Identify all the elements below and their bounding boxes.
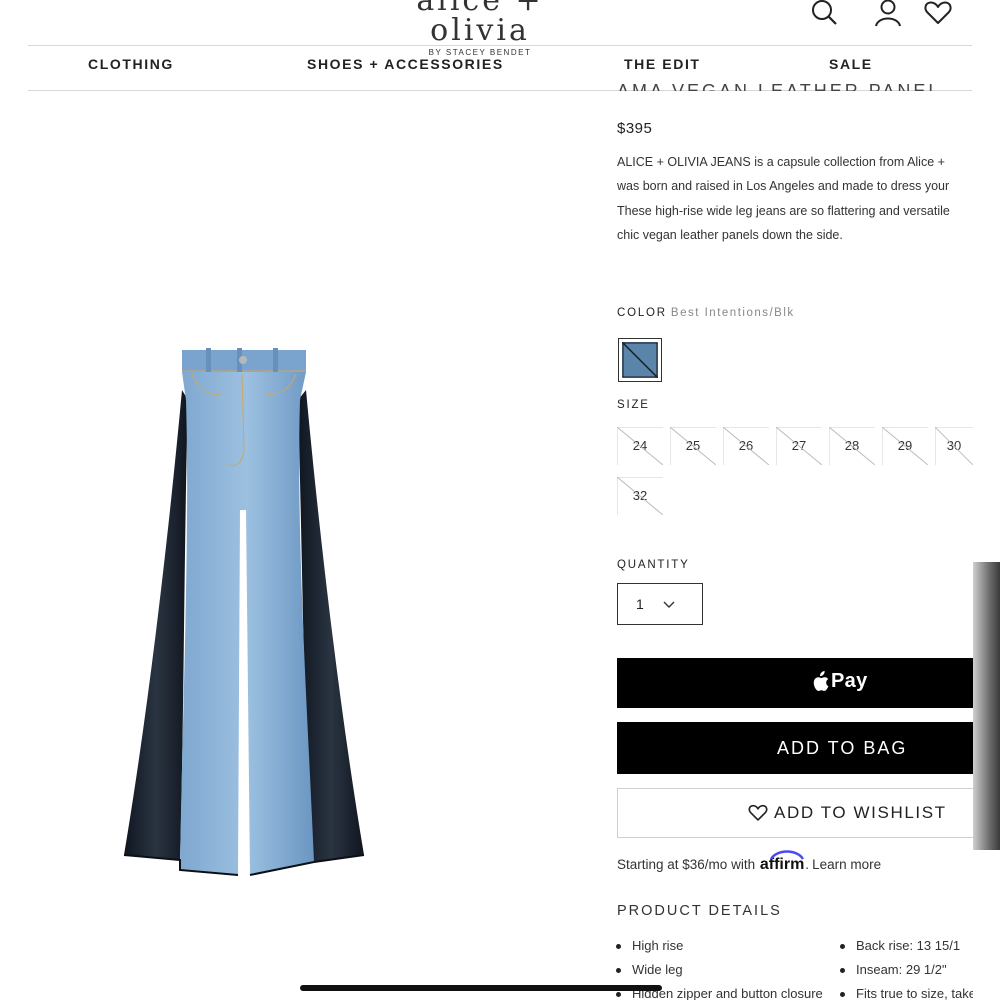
affirm-suffix: .: [805, 857, 810, 872]
quantity-select[interactable]: 1: [617, 583, 703, 625]
home-indicator[interactable]: [300, 985, 662, 991]
apple-pay-content: Pay: [811, 670, 868, 693]
affirm-arc-icon: [769, 850, 804, 860]
color-value: Best Intentions/Blk: [670, 307, 795, 319]
header-divider: [28, 45, 972, 46]
product-title: AMA VEGAN LEATHER PANEL: [617, 81, 942, 91]
detail-item: High rise: [616, 938, 831, 953]
quantity-label: QUANTITY: [617, 559, 690, 571]
detail-text: High rise: [632, 938, 684, 953]
size-unavailable-strike: [882, 427, 928, 465]
add-to-wishlist-button[interactable]: ADD TO WISHLIST: [617, 788, 977, 838]
add-to-wishlist-label: ADD TO WISHLIST: [774, 803, 947, 822]
nav-clothing[interactable]: CLOTHING: [88, 56, 174, 72]
heart-icon: [748, 804, 768, 821]
size-unavailable-strike: [617, 477, 663, 515]
detail-text: Back rise: 13 15/1: [856, 938, 961, 953]
detail-text: Inseam: 29 1/2": [856, 962, 947, 977]
header-actions: [806, 0, 966, 30]
detail-item: Back rise: 13 15/1: [840, 938, 974, 953]
size-unavailable-strike: [617, 427, 663, 465]
quantity-value: 1: [636, 596, 644, 612]
product-image[interactable]: [110, 340, 380, 880]
size-option[interactable]: 29: [882, 427, 928, 465]
size-option[interactable]: 24: [617, 427, 663, 465]
detail-item: Inseam: 29 1/2": [840, 962, 974, 977]
account-icon[interactable]: [874, 0, 902, 28]
description-line: chic vegan leather panels down the side.: [617, 227, 843, 242]
size-unavailable-strike: [723, 427, 769, 465]
color-label-row: COLOR Best Intentions/Blk: [617, 307, 795, 319]
size-label: SIZE: [617, 399, 650, 411]
size-unavailable-strike: [776, 427, 822, 465]
screen-edge-white: [973, 850, 1000, 1000]
nav-the-edit[interactable]: THE EDIT: [624, 56, 701, 72]
wishlist-heart-icon[interactable]: [924, 0, 952, 26]
size-option[interactable]: 25: [670, 427, 716, 465]
add-to-bag-button[interactable]: ADD TO BAG: [617, 722, 977, 774]
detail-item: Wide leg: [616, 962, 831, 977]
size-unavailable-strike: [670, 427, 716, 465]
product-details-title: PRODUCT DETAILS: [617, 903, 782, 919]
affirm-prefix: Starting at $36/mo with: [617, 857, 756, 872]
affirm-logo: affirm: [760, 850, 804, 874]
size-option[interactable]: 27: [776, 427, 822, 465]
search-icon[interactable]: [810, 0, 840, 28]
product-description: ALICE + OLIVIA JEANS is a capsule collec…: [617, 150, 977, 247]
brand-logo[interactable]: alice + olivia BY STACEY BENDET: [380, 0, 580, 57]
nav-sale[interactable]: SALE: [829, 56, 873, 72]
wishlist-content: ADD TO WISHLIST: [748, 803, 947, 823]
swatch-fill: [622, 342, 658, 378]
detail-text: Wide leg: [632, 962, 683, 977]
size-option[interactable]: 30: [935, 427, 973, 465]
color-label: COLOR: [617, 307, 667, 319]
size-option[interactable]: 32: [617, 477, 663, 515]
color-swatch[interactable]: [618, 338, 662, 382]
description-line: These high-rise wide leg jeans are so fl…: [617, 203, 950, 218]
add-to-bag-label: ADD TO BAG: [777, 738, 908, 758]
apple-pay-label: Pay: [831, 670, 868, 692]
nav-shoes-accessories[interactable]: SHOES + ACCESSORIES: [307, 56, 504, 72]
apple-pay-button[interactable]: Pay: [617, 658, 977, 708]
description-line: was born and raised in Los Angeles and m…: [617, 179, 950, 194]
apple-logo-icon: [813, 670, 829, 691]
affirm-financing: Starting at $36/mo with affirm. Learn mor…: [617, 850, 881, 874]
size-unavailable-strike: [829, 427, 875, 465]
size-option[interactable]: 28: [829, 427, 875, 465]
detail-text: Fits true to size, take: [856, 986, 974, 1000]
size-unavailable-strike: [935, 427, 973, 465]
swatch-selected-mark: [622, 342, 658, 378]
affirm-learn-more-link[interactable]: Learn more: [812, 857, 881, 872]
detail-item: Fits true to size, take: [840, 986, 974, 1000]
product-price: $395: [617, 120, 653, 137]
size-option[interactable]: 26: [723, 427, 769, 465]
logo-wordmark: alice + olivia: [416, 0, 544, 48]
chevron-down-icon: [663, 601, 675, 608]
description-line: ALICE + OLIVIA JEANS is a capsule collec…: [617, 155, 945, 169]
